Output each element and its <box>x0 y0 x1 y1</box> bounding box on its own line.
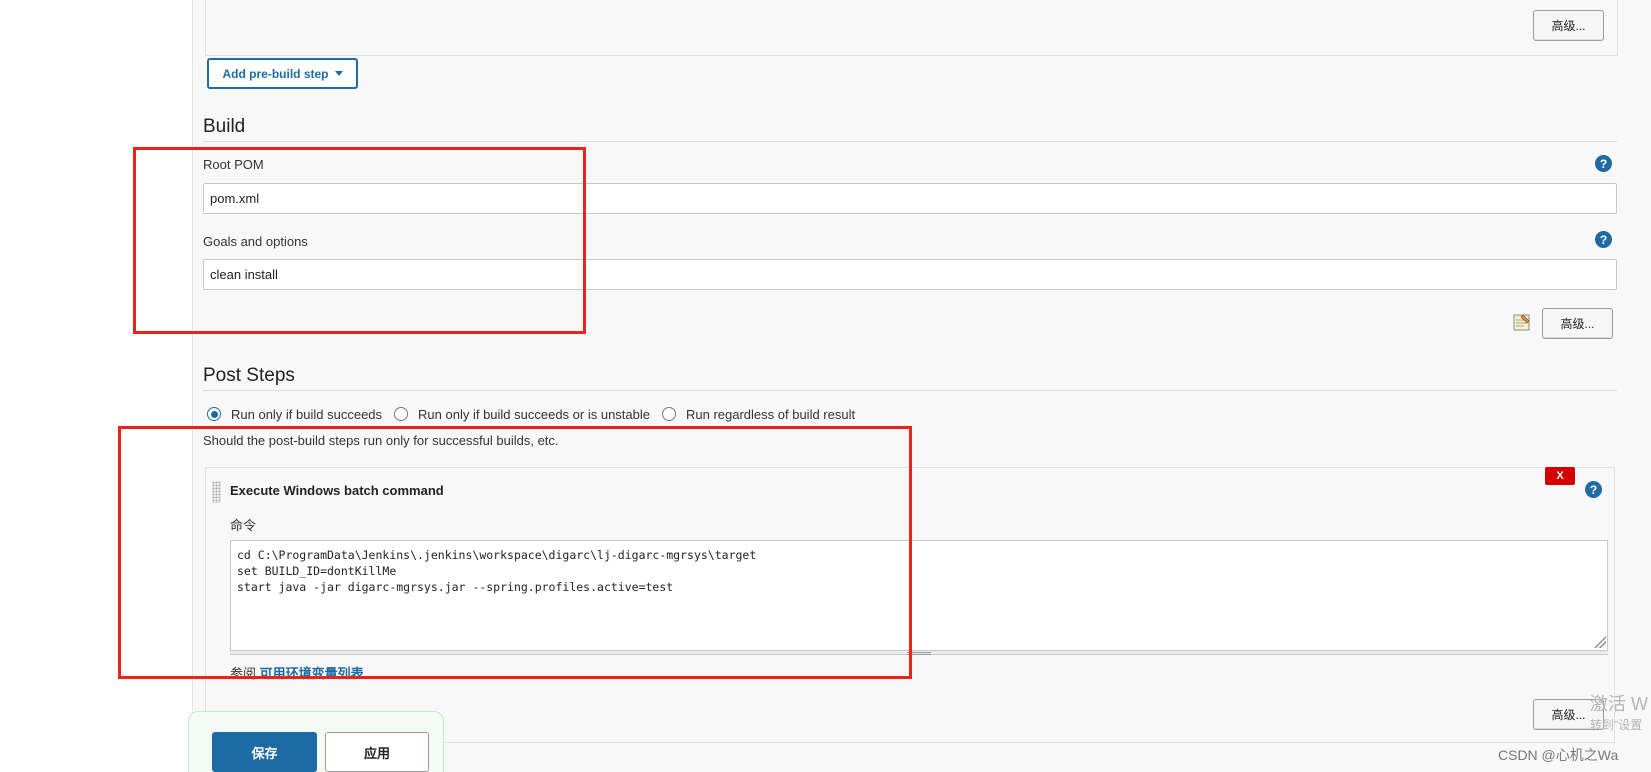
apply-button[interactable]: 应用 <box>325 732 429 772</box>
root-pom-help-icon[interactable]: ? <box>1595 155 1612 172</box>
post-steps-divider <box>203 390 1617 391</box>
help-glyph: ? <box>1599 232 1608 247</box>
post-steps-advanced-label: 高级... <box>1551 708 1586 722</box>
jenkins-config-page: 高级... Add pre-build step Build Root POM … <box>0 0 1651 772</box>
prebuild-advanced-label: 高级... <box>1551 19 1586 33</box>
delete-step-label: X <box>1556 470 1564 482</box>
post-steps-radio-group: Run only if build succeeds Run only if b… <box>207 404 867 424</box>
help-glyph: ? <box>1599 156 1608 171</box>
build-section-title: Build <box>203 116 246 137</box>
goals-options-help-icon[interactable]: ? <box>1595 231 1612 248</box>
save-button[interactable]: 保存 <box>212 732 317 772</box>
radio-run-if-unstable[interactable] <box>394 407 409 421</box>
caret-down-icon <box>334 71 343 76</box>
notepad-icon[interactable] <box>1512 312 1532 332</box>
build-advanced-label: 高级... <box>1560 317 1595 331</box>
build-section-divider <box>203 141 1617 142</box>
delete-step-button[interactable]: X <box>1545 467 1575 485</box>
save-label: 保存 <box>251 745 278 761</box>
windows-activation-watermark: 激活 W <box>1590 694 1648 714</box>
prebuild-step-box <box>205 0 1618 56</box>
post-steps-section-title: Post Steps <box>203 365 295 386</box>
build-advanced-button[interactable]: 高级... <box>1542 308 1613 339</box>
radio-label-regardless[interactable]: Run regardless of build result <box>686 407 855 422</box>
csdn-watermark: CSDN @心机之Wa <box>1498 747 1619 763</box>
add-pre-build-step-button[interactable]: Add pre-build step <box>207 58 358 89</box>
annotation-box-build <box>133 147 586 334</box>
radio-label-succeeds[interactable]: Run only if build succeeds <box>231 407 382 422</box>
annotation-box-post-step <box>118 426 912 679</box>
radio-run-if-succeeds[interactable] <box>207 407 221 421</box>
apply-label: 应用 <box>363 745 390 761</box>
radio-run-regardless[interactable] <box>662 407 676 421</box>
windows-activation-sub: 转到"设置 <box>1590 718 1643 732</box>
radio-label-unstable[interactable]: Run only if build succeeds or is unstabl… <box>418 407 650 422</box>
prebuild-advanced-button[interactable]: 高级... <box>1533 10 1604 41</box>
add-pre-build-step-label: Add pre-build step <box>222 66 329 81</box>
textarea-resize-handle[interactable] <box>1594 636 1606 648</box>
batch-step-help-icon[interactable]: ? <box>1585 481 1602 498</box>
help-glyph: ? <box>1589 482 1598 497</box>
